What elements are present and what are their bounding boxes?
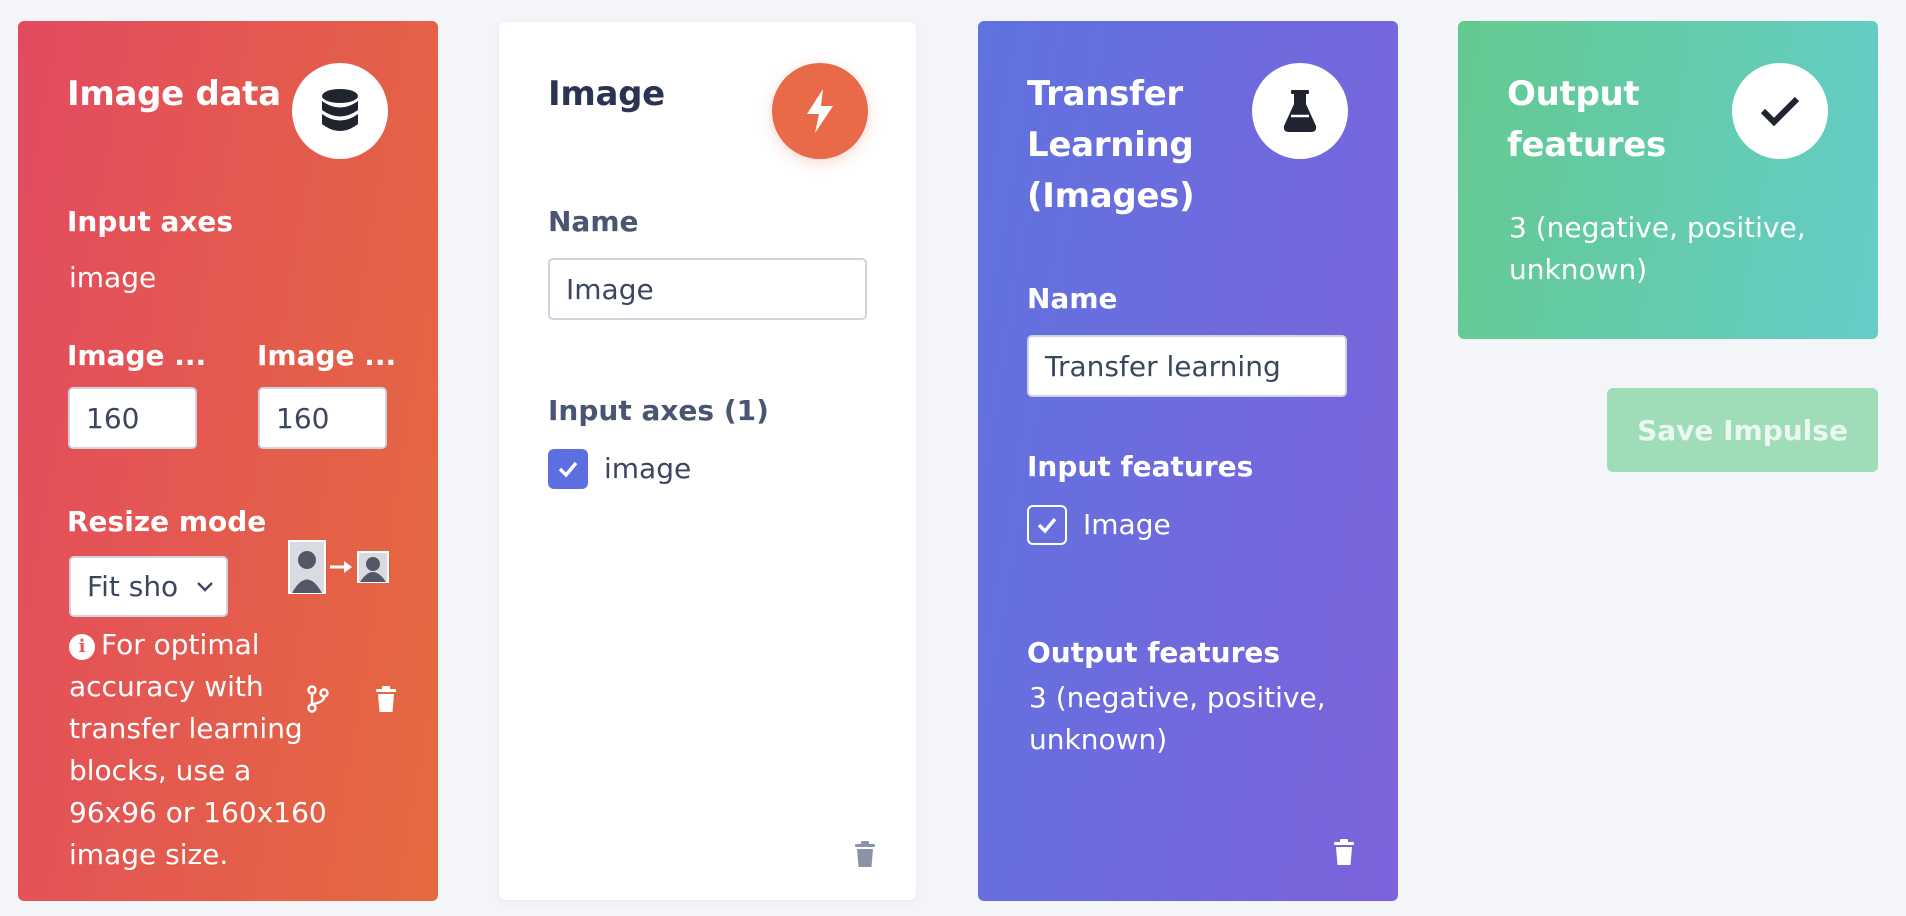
input-block-title: Image data <box>67 74 281 114</box>
chevron-down-icon <box>197 581 213 592</box>
axis-image-checkbox[interactable] <box>548 449 588 489</box>
processing-input-axes-label: Input axes (1) <box>548 394 769 427</box>
input-block-card: Image data Input axes image Image ... Im… <box>18 21 438 901</box>
trash-icon[interactable] <box>372 683 400 715</box>
info-message: i For optimal accuracy with transfer lear… <box>69 624 329 876</box>
processing-block-title: Image <box>548 74 665 114</box>
image-width-input[interactable]: 160 <box>68 387 197 449</box>
bolt-icon <box>772 63 868 159</box>
learning-block-card: Transfer Learning (Images) Name Transfer… <box>978 21 1398 901</box>
flask-icon <box>1252 63 1348 159</box>
resize-mode-value: Fit sho <box>87 570 179 603</box>
info-icon: i <box>69 634 95 660</box>
trash-icon[interactable] <box>1330 836 1358 868</box>
learning-output-features-label: Output features <box>1027 636 1281 669</box>
database-icon <box>292 63 388 159</box>
check-icon <box>1732 63 1828 159</box>
image-height-input[interactable]: 160 <box>258 387 387 449</box>
input-features-label: Input features <box>1027 450 1254 483</box>
feature-image-label: Image <box>1083 508 1171 541</box>
output-features-value: 3 (negative, positive, unknown) <box>1509 211 1806 286</box>
resize-preview-icon <box>288 540 408 596</box>
learning-name-label: Name <box>1027 282 1118 315</box>
output-block-card: Output features 3 (negative, positive, u… <box>1458 21 1878 339</box>
image-height-label: Image ... <box>257 339 397 372</box>
processing-name-input[interactable]: Image <box>548 258 867 320</box>
learning-block-title: Transfer Learning (Images) <box>1027 74 1195 216</box>
resize-mode-select[interactable]: Fit sho <box>69 556 228 617</box>
input-axes-value: image <box>69 261 157 294</box>
image-width-label: Image ... <box>67 339 207 372</box>
learning-output-features-value: 3 (negative, positive, unknown) <box>1029 681 1326 756</box>
resize-mode-label: Resize mode <box>67 505 267 538</box>
axis-image-label: image <box>604 452 692 485</box>
processing-name-label: Name <box>548 205 639 238</box>
learning-name-input[interactable]: Transfer learning <box>1027 335 1347 397</box>
branch-icon[interactable] <box>304 683 332 715</box>
processing-block-card: Image Name Image Input axes (1) image <box>499 22 916 900</box>
input-axes-label: Input axes <box>67 205 234 238</box>
output-block-title: Output features <box>1507 74 1666 165</box>
feature-image-checkbox[interactable] <box>1027 505 1067 545</box>
info-text: For optimal accuracy with transfer learn… <box>69 628 327 871</box>
trash-icon[interactable] <box>851 838 879 870</box>
save-impulse-button[interactable]: Save Impulse <box>1607 388 1878 472</box>
